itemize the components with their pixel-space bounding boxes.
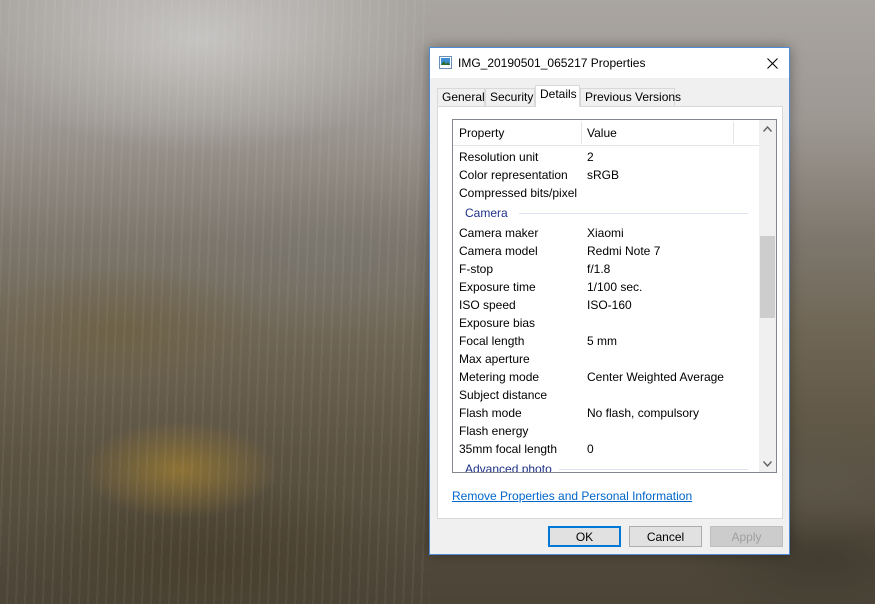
scroll-up-button[interactable] (759, 120, 776, 137)
property-name: Color representation (459, 168, 568, 182)
property-name: 35mm focal length (459, 442, 558, 456)
list-item[interactable]: Subject distance (453, 386, 760, 404)
list-item[interactable]: Exposure bias (453, 314, 760, 332)
ok-button[interactable]: OK (548, 526, 621, 547)
list-item[interactable]: Metering mode Center Weighted Average (453, 368, 760, 386)
list-item[interactable]: ISO speed ISO-160 (453, 296, 760, 314)
list-item[interactable]: Flash energy (453, 422, 760, 440)
property-name: F-stop (459, 262, 494, 276)
property-value: Center Weighted Average (587, 370, 724, 384)
property-name: Max aperture (459, 352, 530, 366)
property-name: Subject distance (459, 388, 548, 402)
chevron-down-icon (763, 460, 772, 467)
property-value: 2 (587, 150, 594, 164)
apply-button[interactable]: Apply (710, 526, 783, 547)
property-name: Camera maker (459, 226, 539, 240)
list-item[interactable]: Resolution unit 2 (453, 148, 760, 166)
scrollbar-thumb[interactable] (760, 236, 775, 318)
property-name: Camera model (459, 244, 538, 258)
tab-previous-versions[interactable]: Previous Versions (580, 88, 681, 106)
property-value: sRGB (587, 168, 620, 182)
group-header-advanced-photo: Advanced photo (453, 458, 760, 473)
property-value: 1/100 sec. (587, 280, 643, 294)
group-header-camera: Camera (453, 202, 760, 224)
property-value: 5 mm (587, 334, 617, 348)
list-item[interactable]: F-stop f/1.8 (453, 260, 760, 278)
group-divider (519, 213, 748, 214)
properties-list[interactable]: Property Value Resolution unit 2 Color r… (452, 119, 777, 473)
list-item[interactable]: Flash mode No flash, compulsory (453, 404, 760, 422)
properties-dialog: IMG_20190501_065217 Properties General S… (429, 47, 790, 555)
list-item[interactable]: Max aperture (453, 350, 760, 368)
cancel-button[interactable]: Cancel (629, 526, 702, 547)
column-header-value[interactable]: Value (587, 120, 617, 146)
tab-security[interactable]: Security (485, 88, 535, 106)
property-name: Exposure time (459, 280, 536, 294)
property-name: Resolution unit (459, 150, 539, 164)
chevron-up-icon (763, 125, 772, 132)
group-label: Camera (465, 206, 508, 220)
group-divider (559, 469, 748, 470)
close-icon (766, 57, 778, 69)
property-name: Flash mode (459, 406, 522, 420)
property-name: Flash energy (459, 424, 529, 438)
column-header-property[interactable]: Property (459, 120, 504, 146)
list-item[interactable]: Color representation sRGB (453, 166, 760, 184)
details-panel: Property Value Resolution unit 2 Color r… (437, 106, 783, 519)
image-file-icon (439, 56, 452, 69)
tab-details[interactable]: Details (535, 85, 580, 107)
property-value: ISO-160 (587, 298, 632, 312)
property-name: Focal length (459, 334, 525, 348)
window-title: IMG_20190501_065217 Properties (458, 56, 646, 70)
list-item[interactable]: Focal length 5 mm (453, 332, 760, 350)
list-item[interactable]: 35mm focal length 0 (453, 440, 760, 458)
list-item[interactable]: Camera maker Xiaomi (453, 224, 760, 242)
tab-general[interactable]: General (437, 88, 485, 106)
property-name: Compressed bits/pixel (459, 186, 578, 200)
property-name: ISO speed (459, 298, 516, 312)
column-divider[interactable] (733, 122, 734, 144)
vertical-scrollbar[interactable] (759, 120, 776, 472)
property-value: 0 (587, 442, 594, 456)
property-value: Xiaomi (587, 226, 624, 240)
property-name: Exposure bias (459, 316, 536, 330)
property-value: f/1.8 (587, 262, 611, 276)
group-label: Advanced photo (465, 462, 552, 473)
scroll-down-button[interactable] (759, 455, 776, 472)
property-value: Redmi Note 7 (587, 244, 661, 258)
remove-properties-link[interactable]: Remove Properties and Personal Informati… (452, 489, 692, 503)
list-item[interactable]: Camera model Redmi Note 7 (453, 242, 760, 260)
list-header: Property Value (453, 120, 760, 146)
close-button[interactable] (755, 48, 789, 78)
property-value: No flash, compulsory (587, 406, 700, 420)
list-rows: Resolution unit 2 Color representation s… (453, 148, 760, 473)
property-name: Metering mode (459, 370, 540, 384)
list-item[interactable]: Compressed bits/pixel (453, 184, 760, 202)
column-divider[interactable] (581, 122, 582, 144)
title-bar[interactable]: IMG_20190501_065217 Properties (430, 48, 789, 78)
list-item[interactable]: Exposure time 1/100 sec. (453, 278, 760, 296)
